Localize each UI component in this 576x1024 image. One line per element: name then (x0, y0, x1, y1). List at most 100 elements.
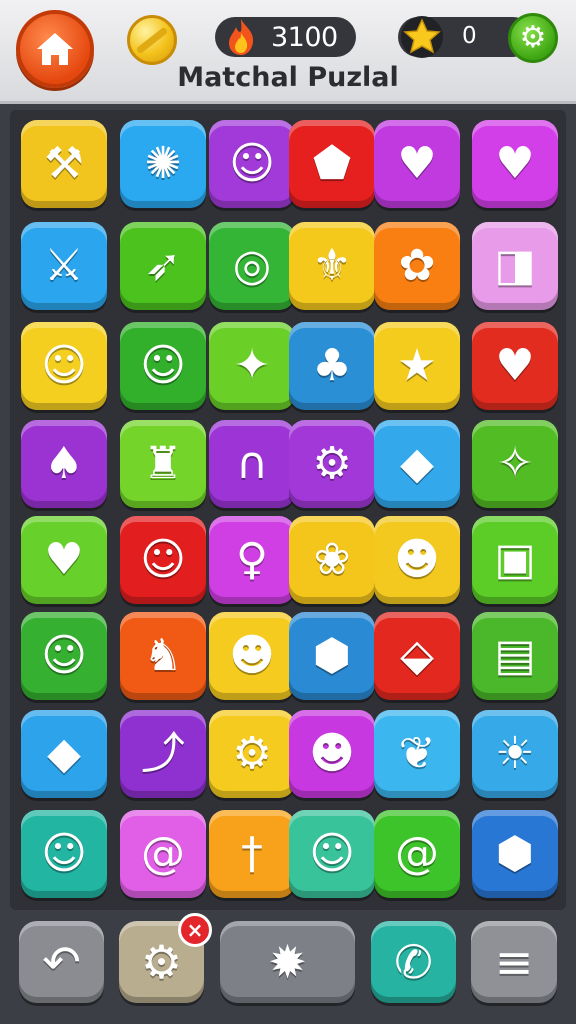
tile-cat-face[interactable]: ☺ (209, 120, 295, 208)
bird-icon: ♞ (143, 630, 183, 681)
alien-face-icon: ☻ (309, 728, 355, 779)
tile-spoon[interactable]: ♠ (21, 420, 107, 508)
lightbulb-icon: ♀ (235, 534, 269, 585)
tile-cat-face[interactable]: ☺ (21, 322, 107, 410)
tile-purple-flower[interactable]: ✿ (374, 222, 460, 310)
burst-icon: ✹ (268, 935, 307, 989)
tile-bird[interactable]: ♞ (120, 612, 206, 700)
tile-alien-face[interactable]: ☻ (289, 710, 375, 798)
settings-button[interactable]: ⚙ × (119, 913, 212, 1003)
tile-red-gem[interactable]: ◆ (21, 710, 107, 798)
tile-purple-blob[interactable]: ✦ (209, 322, 295, 410)
tile-dagger[interactable]: † (209, 810, 295, 898)
tile-flower[interactable]: ❀ (289, 516, 375, 604)
star-icon (401, 16, 443, 58)
tile-crest[interactable]: ⚜ (289, 222, 375, 310)
top-bar: 3100 0 ⚙ Matchal Puzlal (0, 0, 576, 104)
menu-button[interactable]: ≡ (471, 921, 557, 1003)
gear-icon: ⚙ (140, 935, 183, 989)
tile-horseshoe[interactable]: ∩ (209, 420, 295, 508)
tile-sun[interactable]: ☀ (472, 710, 558, 798)
stars-value: 0 (462, 23, 477, 49)
tile-swirl[interactable]: @ (120, 810, 206, 898)
game-board: ⚒ ✺ ☺ ⬟ ♥ ♥ ⚔ ➶ ◎ ⚜ ✿ ◨ ☺ ☺ ✦ ♣ ★ ♥ ♠ ♜ ∩ ⚙ ◆ ✧ ♥ ☺ ♀ ❀ ☻ ▣ ☺ ♞ ☻ ⬢ ⬙ ▤ ◆ ⤴ ⚙ ☻… (10, 110, 566, 910)
horseshoe-icon: ∩ (235, 438, 269, 489)
star-face-icon: ★ (397, 340, 437, 391)
tile-cube-box[interactable]: ◨ (472, 222, 558, 310)
tile-cactus[interactable]: ♣ (289, 322, 375, 410)
flame-icon (229, 19, 254, 55)
tile-crystal[interactable]: ⬙ (374, 612, 460, 700)
tile-lion-face[interactable]: ☻ (209, 612, 295, 700)
heart-drop-icon: ♥ (44, 534, 84, 585)
burst-button[interactable]: ✹ (220, 921, 355, 1003)
tile-pink-gear[interactable]: ⚙ (209, 710, 295, 798)
goat-face-icon: ☺ (309, 828, 355, 879)
tile-heart[interactable]: ♥ (472, 322, 558, 410)
tile-tower[interactable]: ♜ (120, 420, 206, 508)
tile-shield-gem[interactable]: ⬟ (289, 120, 375, 208)
tile-crate[interactable]: ▤ (472, 612, 558, 700)
undo-icon: ↶ (42, 935, 81, 989)
pink-gear-icon: ⚙ (232, 728, 272, 779)
box-icon: ▣ (494, 534, 536, 585)
tower-icon: ♜ (143, 438, 183, 489)
coin-icon (127, 15, 177, 65)
dagger-icon: † (241, 828, 263, 879)
tile-crossed-swords[interactable]: ⚔ (21, 222, 107, 310)
crystal-icon: ⬙ (400, 630, 434, 681)
tile-cat-face[interactable]: ☺ (120, 516, 206, 604)
undo-button[interactable]: ↶ (19, 921, 104, 1003)
tile-shield[interactable]: ⬢ (289, 612, 375, 700)
tile-cat-face[interactable]: ☺ (21, 810, 107, 898)
heart-icon: ♥ (495, 138, 535, 189)
gear-icon: ⚙ (519, 20, 547, 55)
swirl-icon: @ (141, 828, 185, 879)
tile-heart[interactable]: ♥ (374, 120, 460, 208)
ring-icon: ◎ (232, 240, 272, 291)
phone-button[interactable]: ✆ (371, 921, 456, 1003)
tile-heart-drop[interactable]: ♥ (21, 516, 107, 604)
bolt-icon: ⬢ (495, 828, 535, 879)
arrow-icon: ➶ (144, 240, 182, 291)
tile-gem[interactable]: ◆ (374, 420, 460, 508)
tile-cat-face[interactable]: ☺ (120, 322, 206, 410)
crossed-swords-icon: ⚔ (44, 240, 84, 291)
tile-boomerang[interactable]: ⤴ (120, 710, 206, 798)
tile-paint-splash[interactable]: ✺ (120, 120, 206, 208)
settings-button[interactable]: ⚙ (508, 13, 558, 63)
tile-star-face[interactable]: ★ (374, 322, 460, 410)
cat-face-icon: ☺ (229, 138, 275, 189)
score-value: 3100 (271, 21, 338, 53)
cat-face-icon: ☺ (140, 340, 186, 391)
tile-cat-face[interactable]: ☺ (21, 612, 107, 700)
red-gem-icon: ◆ (47, 728, 81, 779)
tile-swirl[interactable]: @ (374, 810, 460, 898)
phone-icon: ✆ (394, 935, 433, 989)
sun-icon: ☀ (495, 728, 535, 779)
close-badge-icon[interactable]: × (178, 913, 212, 947)
crate-icon: ▤ (494, 630, 536, 681)
blue-gem-icon: ✧ (496, 438, 534, 489)
tile-bat-face[interactable]: ☻ (374, 516, 460, 604)
cat-face-icon: ☺ (41, 340, 87, 391)
purple-blob-icon: ✦ (233, 340, 271, 391)
cat-face-icon: ☺ (140, 534, 186, 585)
tile-goat-face[interactable]: ☺ (289, 810, 375, 898)
tile-heart[interactable]: ♥ (472, 120, 558, 208)
tile-box[interactable]: ▣ (472, 516, 558, 604)
tile-gear[interactable]: ⚙ (289, 420, 375, 508)
cube-box-icon: ◨ (494, 240, 536, 291)
spoon-icon: ♠ (44, 438, 84, 489)
flower-icon: ❀ (313, 534, 351, 585)
tile-blue-gem[interactable]: ✧ (472, 420, 558, 508)
tile-ring[interactable]: ◎ (209, 222, 295, 310)
tile-pickaxe[interactable]: ⚒ (21, 120, 107, 208)
tile-leaf[interactable]: ❦ (374, 710, 460, 798)
purple-flower-icon: ✿ (398, 240, 436, 291)
tile-arrow[interactable]: ➶ (120, 222, 206, 310)
tile-lightbulb[interactable]: ♀ (209, 516, 295, 604)
score-display: 3100 (215, 17, 356, 57)
shield-gem-icon: ⬟ (312, 138, 352, 189)
tile-bolt[interactable]: ⬢ (472, 810, 558, 898)
